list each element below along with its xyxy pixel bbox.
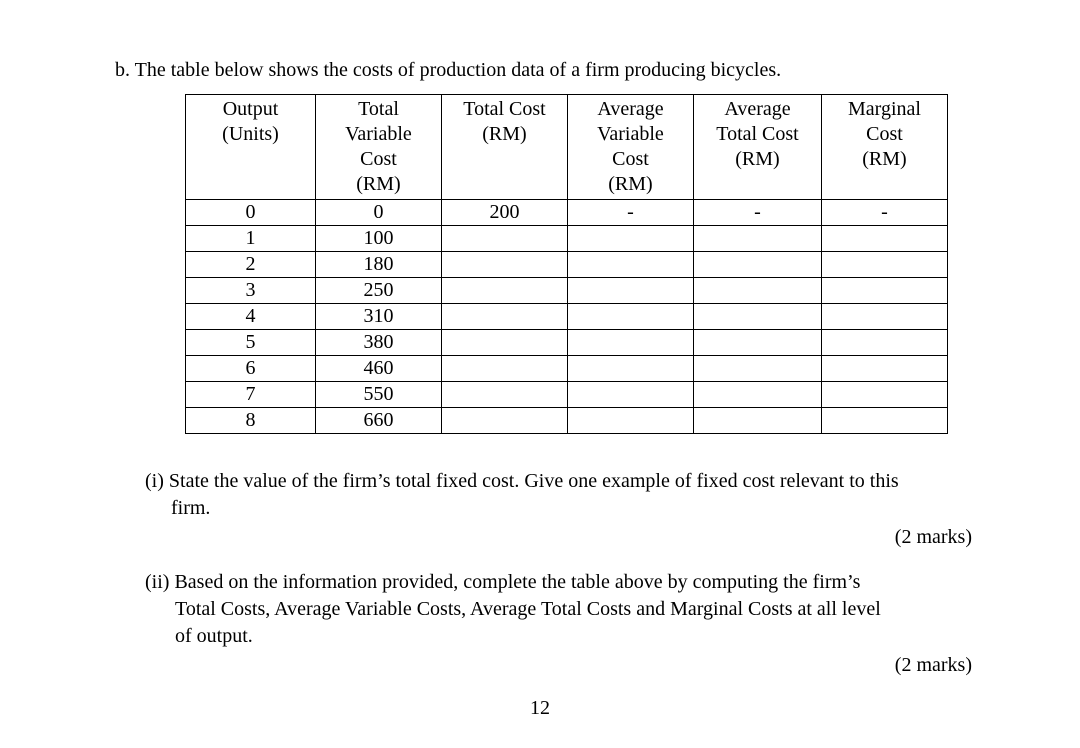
col-header-tvc: TotalVariableCost(RM) (316, 95, 442, 200)
question-ii-marks: (2 marks) (145, 654, 980, 677)
question-ii-line2: Total Costs, Average Variable Costs, Ave… (145, 596, 980, 623)
col-header-output: Output(Units) (186, 95, 316, 200)
cell-output: 6 (186, 356, 316, 382)
cell-mc (822, 252, 948, 278)
cell-atc (694, 330, 822, 356)
cell-avc (568, 330, 694, 356)
cell-output: 1 (186, 226, 316, 252)
cell-tc (442, 304, 568, 330)
cell-mc: - (822, 200, 948, 226)
cell-tc (442, 356, 568, 382)
part-label-b: b. (115, 59, 130, 81)
question-i-text: (i) State the value of the firm’s total … (145, 468, 980, 522)
cell-tc (442, 226, 568, 252)
cell-avc (568, 304, 694, 330)
cell-avc (568, 226, 694, 252)
cell-avc (568, 278, 694, 304)
question-i-line2: firm. (145, 495, 980, 522)
cell-atc (694, 278, 822, 304)
cell-mc (822, 278, 948, 304)
cell-tvc: 460 (316, 356, 442, 382)
cell-mc (822, 356, 948, 382)
cell-output: 8 (186, 408, 316, 434)
cell-atc (694, 356, 822, 382)
question-ii: (ii) Based on the information provided, … (145, 569, 980, 677)
table-row: 4 310 (186, 304, 948, 330)
table-header-row: Output(Units) TotalVariableCost(RM) Tota… (186, 95, 948, 200)
question-ii-number: (ii) (145, 571, 169, 593)
question-i: (i) State the value of the firm’s total … (145, 468, 980, 549)
table-row: 7 550 (186, 382, 948, 408)
cell-atc (694, 252, 822, 278)
cell-tvc: 250 (316, 278, 442, 304)
page: b. The table below shows the costs of pr… (0, 0, 1080, 748)
cell-avc: - (568, 200, 694, 226)
intro-text: The table below shows the costs of produ… (135, 59, 782, 81)
cost-table: Output(Units) TotalVariableCost(RM) Tota… (185, 94, 948, 434)
table-row: 0 0 200 - - - (186, 200, 948, 226)
cell-mc (822, 226, 948, 252)
question-i-number: (i) (145, 470, 164, 492)
cell-output: 0 (186, 200, 316, 226)
col-header-tc: Total Cost(RM) (442, 95, 568, 200)
cell-tvc: 180 (316, 252, 442, 278)
col-header-atc: AverageTotal Cost(RM) (694, 95, 822, 200)
cell-avc (568, 382, 694, 408)
cell-atc (694, 304, 822, 330)
cell-tvc: 310 (316, 304, 442, 330)
table-body: 0 0 200 - - - 1 100 2 180 (186, 200, 948, 434)
table-row: 6 460 (186, 356, 948, 382)
cell-tc (442, 330, 568, 356)
cell-tvc: 380 (316, 330, 442, 356)
cell-atc: - (694, 200, 822, 226)
col-header-avc: AverageVariableCost(RM) (568, 95, 694, 200)
question-ii-line3: of output. (145, 623, 980, 650)
cell-tvc: 100 (316, 226, 442, 252)
cell-tvc: 660 (316, 408, 442, 434)
cell-output: 4 (186, 304, 316, 330)
question-ii-text: (ii) Based on the information provided, … (145, 569, 980, 650)
cell-avc (568, 252, 694, 278)
cell-output: 2 (186, 252, 316, 278)
cell-atc (694, 226, 822, 252)
cell-mc (822, 382, 948, 408)
cell-tvc: 0 (316, 200, 442, 226)
cell-tc (442, 252, 568, 278)
cell-atc (694, 382, 822, 408)
cell-output: 7 (186, 382, 316, 408)
cell-mc (822, 408, 948, 434)
cell-tc (442, 278, 568, 304)
cell-mc (822, 304, 948, 330)
cell-tc: 200 (442, 200, 568, 226)
table-row: 1 100 (186, 226, 948, 252)
cell-atc (694, 408, 822, 434)
cell-tc (442, 408, 568, 434)
cell-avc (568, 408, 694, 434)
question-i-marks: (2 marks) (145, 526, 980, 549)
question-ii-line1: Based on the information provided, compl… (174, 571, 860, 593)
cell-mc (822, 330, 948, 356)
table-row: 8 660 (186, 408, 948, 434)
question-i-line1: State the value of the firm’s total fixe… (169, 470, 899, 492)
table-row: 3 250 (186, 278, 948, 304)
cell-tvc: 550 (316, 382, 442, 408)
col-header-mc: MarginalCost(RM) (822, 95, 948, 200)
cell-output: 3 (186, 278, 316, 304)
page-number: 12 (0, 697, 1080, 720)
cell-tc (442, 382, 568, 408)
question-intro: b. The table below shows the costs of pr… (115, 56, 980, 84)
table-row: 5 380 (186, 330, 948, 356)
table-row: 2 180 (186, 252, 948, 278)
cell-output: 5 (186, 330, 316, 356)
cell-avc (568, 356, 694, 382)
